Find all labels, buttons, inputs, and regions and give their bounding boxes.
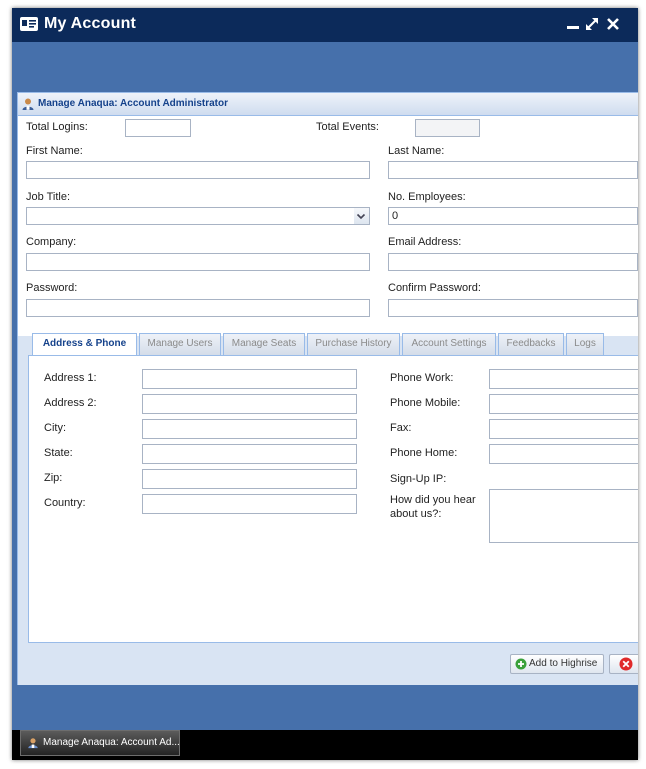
fax-field[interactable] — [489, 419, 638, 439]
phone-work-field[interactable] — [489, 369, 638, 389]
window-titlebar[interactable]: My Account — [12, 8, 638, 42]
total-logins-field[interactable] — [125, 119, 191, 137]
phone-home-label: Phone Home: — [390, 447, 458, 459]
address2-field[interactable] — [142, 394, 357, 414]
city-label: City: — [44, 422, 66, 434]
phone-mobile-label: Phone Mobile: — [390, 397, 461, 409]
phone-mobile-field[interactable] — [489, 394, 638, 414]
chevron-down-icon — [356, 213, 366, 220]
taskbar-item-manage-anaqua[interactable]: Manage Anaqua: Account Ad... — [20, 730, 180, 756]
state-label: State: — [44, 447, 73, 459]
fax-label: Fax: — [390, 422, 412, 434]
tab-purchase-history[interactable]: Purchase History — [307, 333, 400, 355]
toolbar-area — [12, 42, 638, 92]
signup-ip-label: Sign-Up IP: — [390, 473, 447, 485]
add-to-highrise-label: Add to Highrise — [529, 658, 598, 669]
no-employees-label: No. Employees: — [388, 191, 466, 203]
panel-footer: Add to Highrise — [18, 645, 638, 685]
city-field[interactable] — [142, 419, 357, 439]
tab-manage-seats[interactable]: Manage Seats — [223, 333, 305, 355]
account-tabs: Address & Phone Manage Users Manage Seat… — [28, 333, 638, 356]
total-logins-label: Total Logins: — [26, 121, 88, 133]
job-title-label: Job Title: — [26, 191, 71, 203]
panel-title: Manage Anaqua: Account Administrator — [38, 98, 229, 109]
tab-account-settings[interactable]: Account Settings — [402, 333, 496, 355]
country-field[interactable] — [142, 494, 357, 514]
company-field[interactable] — [26, 253, 370, 271]
minimize-icon[interactable] — [566, 17, 580, 31]
taskbar: Manage Anaqua: Account Ad... — [12, 730, 638, 760]
hear-about-label-line2: about us?: — [390, 508, 442, 520]
phone-home-field[interactable] — [489, 444, 638, 464]
last-name-label: Last Name: — [388, 145, 445, 157]
add-circle-icon — [515, 658, 527, 670]
window-title: My Account — [44, 15, 137, 32]
hear-about-textarea[interactable] — [489, 489, 638, 543]
account-form: Total Logins: Total Events: First Name: … — [18, 116, 638, 336]
tab-address-phone[interactable]: Address & Phone — [32, 333, 137, 356]
first-name-field[interactable] — [26, 161, 370, 179]
state-field[interactable] — [142, 444, 357, 464]
tab-logs[interactable]: Logs — [566, 333, 604, 355]
tab-manage-users[interactable]: Manage Users — [139, 333, 221, 355]
add-to-highrise-button[interactable]: Add to Highrise — [510, 654, 604, 674]
confirm-password-field[interactable] — [388, 299, 638, 317]
user-admin-icon — [28, 738, 38, 749]
password-label: Password: — [26, 282, 78, 294]
email-field[interactable] — [388, 253, 638, 271]
company-label: Company: — [26, 236, 77, 248]
last-name-field[interactable] — [388, 161, 638, 179]
zip-field[interactable] — [142, 469, 357, 489]
no-employees-field[interactable] — [388, 207, 638, 225]
manage-account-panel: Manage Anaqua: Account Administrator Tot… — [17, 92, 638, 685]
user-admin-icon — [22, 98, 34, 110]
total-events-field[interactable] — [415, 119, 480, 137]
panel-header: Manage Anaqua: Account Administrator — [18, 93, 638, 116]
country-label: Country: — [44, 497, 86, 509]
first-name-label: First Name: — [26, 145, 83, 157]
phone-work-label: Phone Work: — [390, 372, 454, 384]
job-title-dropdown-button[interactable] — [354, 207, 370, 225]
maximize-icon[interactable] — [585, 17, 599, 31]
address2-label: Address 2: — [44, 397, 97, 409]
job-title-combo[interactable] — [26, 207, 355, 225]
tab-feedbacks[interactable]: Feedbacks — [498, 333, 564, 355]
taskbar-item-label: Manage Anaqua: Account Ad... — [43, 737, 180, 748]
my-account-window: My Account Manage Anaqua: Account Admini… — [12, 8, 638, 760]
id-card-icon — [20, 17, 38, 31]
address-phone-tab-panel: Address 1: Address 2: City: State: Zip: … — [28, 355, 638, 643]
address1-label: Address 1: — [44, 372, 97, 384]
email-label: Email Address: — [388, 236, 462, 248]
cancel-icon — [619, 657, 633, 671]
zip-label: Zip: — [44, 472, 63, 484]
total-events-label: Total Events: — [316, 121, 379, 133]
close-icon[interactable] — [606, 17, 620, 31]
confirm-password-label: Confirm Password: — [388, 282, 481, 294]
cancel-button[interactable] — [609, 654, 638, 674]
address1-field[interactable] — [142, 369, 357, 389]
password-field[interactable] — [26, 299, 370, 317]
hear-about-label-line1: How did you hear — [390, 494, 476, 506]
